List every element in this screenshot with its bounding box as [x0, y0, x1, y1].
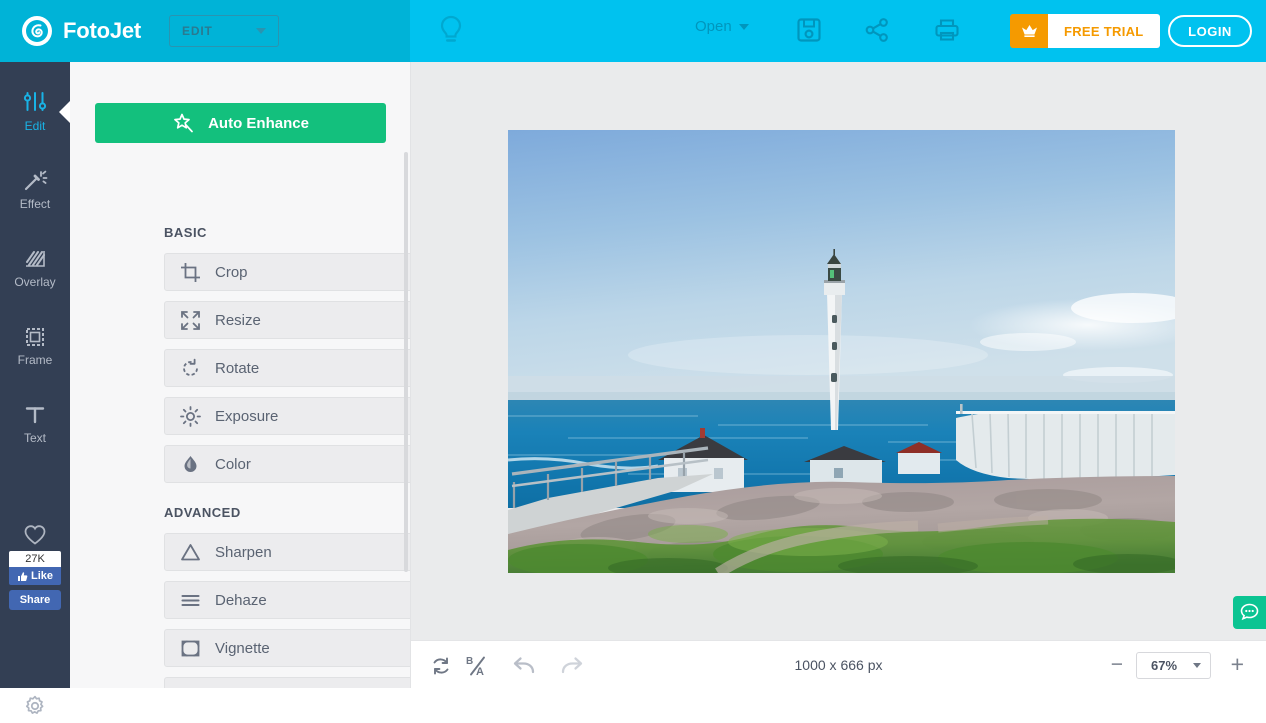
rotate-icon	[165, 358, 215, 379]
panel-item-noise[interactable]: Noise	[164, 677, 410, 688]
brand-name: FotoJet	[63, 18, 142, 43]
triangle-icon	[165, 542, 215, 563]
logo[interactable]: FotoJet	[22, 16, 141, 46]
zoom-out-button[interactable]: −	[1111, 654, 1123, 675]
zoom-level-value: 67%	[1151, 658, 1178, 673]
zoom-in-button[interactable]: +	[1231, 653, 1244, 676]
facebook-like-button[interactable]: Like	[9, 567, 61, 585]
panel-item-crop[interactable]: Crop	[164, 253, 410, 291]
rail-item-edit[interactable]: Edit	[0, 84, 70, 140]
facebook-like-count: 27K	[9, 551, 61, 567]
panel-item-label: Exposure	[215, 407, 279, 425]
facebook-share-button[interactable]: Share	[9, 590, 61, 610]
bottom-toolbar: B A 1000 x 666 px − 67% +	[411, 640, 1266, 688]
frame-icon	[26, 328, 44, 346]
header-brand-area: FotoJet EDIT	[0, 0, 410, 62]
chevron-down-icon	[1193, 663, 1201, 668]
panel-scrollbar[interactable]	[404, 152, 408, 572]
rail-item-text[interactable]: Text	[0, 396, 70, 452]
rail-item-list: Edit Effect Overlay Frame Text	[0, 62, 70, 452]
panel-item-label: Color	[215, 455, 251, 473]
rail-item-label: Text	[23, 431, 46, 445]
edit-panel: Auto Enhance BASIC Crop Resize Rotate Ex…	[70, 62, 411, 688]
panel-item-label: Crop	[215, 263, 248, 281]
zoom-level-select[interactable]: 67%	[1136, 652, 1211, 679]
overlay-stripes-icon	[26, 251, 45, 267]
facebook-like-widget: 27K Like Share	[9, 551, 61, 610]
rail-item-label: Overlay	[14, 275, 56, 289]
droplet-icon	[165, 454, 215, 475]
crop-icon	[165, 262, 215, 283]
free-trial-label: FREE TRIAL	[1048, 14, 1160, 48]
open-dropdown[interactable]: Open	[695, 18, 749, 35]
canvas-area	[411, 62, 1266, 640]
panel-item-label: Sharpen	[215, 543, 272, 561]
panel-item-resize[interactable]: Resize	[164, 301, 410, 339]
share-icon[interactable]	[863, 16, 891, 44]
logo-mark-icon	[22, 16, 52, 46]
save-icon[interactable]	[795, 16, 823, 44]
heart-icon[interactable]	[23, 524, 47, 551]
panel-item-dehaze[interactable]: Dehaze	[164, 581, 410, 619]
magic-star-icon	[174, 113, 193, 133]
panel-item-label: Resize	[215, 311, 261, 329]
brightness-sun-icon	[165, 405, 215, 427]
login-label: LOGIN	[1188, 23, 1232, 39]
magic-wand-icon	[24, 170, 48, 191]
section-title-basic: BASIC	[164, 225, 207, 240]
lines-icon	[165, 590, 215, 611]
text-t-icon	[25, 407, 45, 424]
open-label: Open	[695, 18, 732, 35]
login-button[interactable]: LOGIN	[1168, 15, 1252, 47]
print-icon[interactable]	[933, 16, 961, 44]
panel-item-color[interactable]: Color	[164, 445, 410, 483]
sliders-icon	[23, 92, 47, 111]
panel-item-rotate[interactable]: Rotate	[164, 349, 410, 387]
mode-dropdown-label: EDIT	[182, 24, 213, 38]
resize-arrows-icon	[165, 310, 215, 331]
photo-canvas[interactable]	[508, 130, 1175, 573]
rail-item-effect[interactable]: Effect	[0, 162, 70, 218]
left-rail: Edit Effect Overlay Frame Text 27K Like …	[0, 62, 70, 714]
panel-item-vignette[interactable]: Vignette	[164, 629, 410, 667]
rail-item-label: Frame	[17, 353, 53, 367]
rail-item-overlay[interactable]: Overlay	[0, 240, 70, 296]
gear-icon[interactable]	[23, 694, 47, 723]
chevron-down-icon	[256, 28, 267, 34]
chat-bubble-icon[interactable]	[1233, 596, 1266, 629]
panel-item-sharpen[interactable]: Sharpen	[164, 533, 410, 571]
mode-dropdown[interactable]: EDIT	[169, 15, 280, 47]
lightbulb-icon[interactable]	[434, 12, 468, 50]
facebook-like-label: Like	[30, 570, 53, 582]
section-title-advanced: ADVANCED	[164, 505, 241, 520]
chevron-down-icon	[738, 23, 749, 30]
top-header: FotoJet EDIT Open FREE TRIAL LOGIN	[0, 0, 1266, 62]
facebook-share-label: Share	[19, 594, 51, 606]
auto-enhance-button[interactable]: Auto Enhance	[95, 103, 386, 143]
rail-item-label: Effect	[19, 197, 51, 211]
header-actions-area: Open FREE TRIAL LOGIN	[410, 0, 1266, 62]
free-trial-button[interactable]: FREE TRIAL	[1010, 14, 1160, 48]
panel-item-label: Dehaze	[215, 591, 267, 609]
panel-item-label: Rotate	[215, 359, 260, 377]
panel-item-label: Vignette	[215, 639, 270, 657]
auto-enhance-label: Auto Enhance	[208, 114, 309, 132]
crown-icon	[1010, 14, 1048, 48]
thumbs-up-icon	[17, 571, 28, 581]
vignette-corners-icon	[165, 638, 215, 659]
rail-item-label: Edit	[24, 119, 46, 133]
rail-item-frame[interactable]: Frame	[0, 318, 70, 374]
panel-item-exposure[interactable]: Exposure	[164, 397, 410, 435]
